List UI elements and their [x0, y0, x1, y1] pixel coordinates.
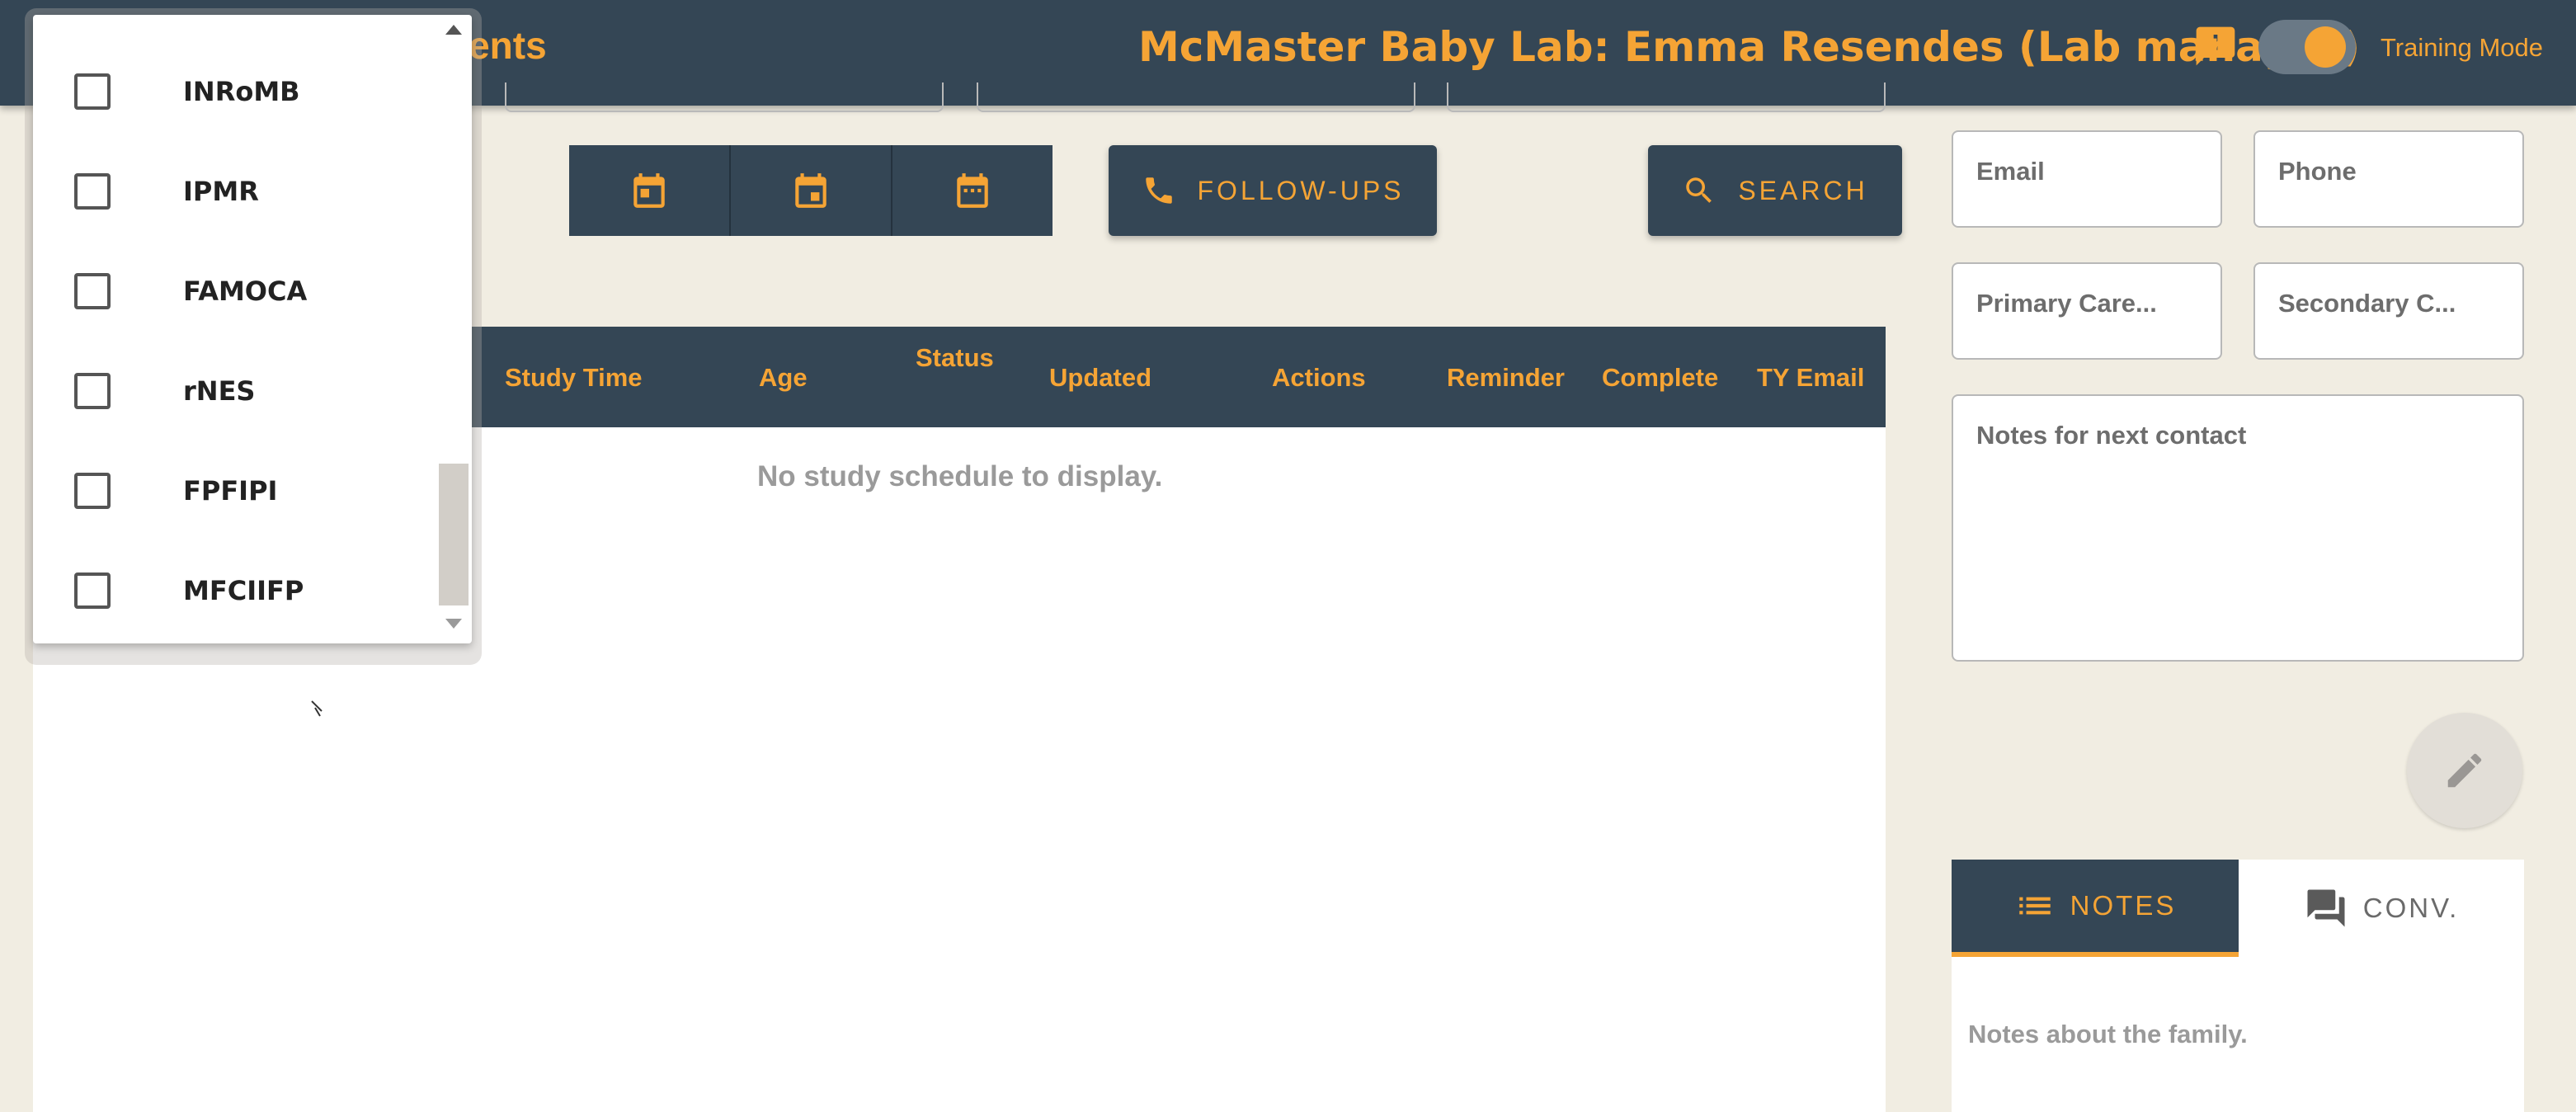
family-notes-input[interactable]: Notes about the family. [1968, 1020, 2248, 1049]
dropdown-option[interactable]: FAMOCA [33, 241, 437, 341]
checkbox[interactable] [74, 372, 111, 409]
filter-input[interactable] [1447, 82, 1886, 112]
column-header-age[interactable]: Age [759, 363, 808, 393]
dropdown-option[interactable]: INRoMB [33, 41, 437, 141]
calendar-week-button[interactable] [731, 145, 892, 236]
checkbox[interactable] [74, 172, 111, 210]
study-filter-dropdown: INRoMB IPMR FAMOCA rNES FPFIPI MFCIIFP [33, 15, 472, 643]
scrollbar-thumb[interactable] [439, 464, 469, 605]
scroll-up-arrow[interactable] [445, 25, 462, 35]
calendar-today-icon [633, 173, 665, 208]
phone-field[interactable]: Phone [2253, 130, 2524, 228]
email-field[interactable]: Email [1952, 130, 2222, 228]
column-header-reminder: Reminder [1447, 363, 1565, 392]
column-header-ty-email: TY Email [1757, 363, 1865, 392]
secondary-caregiver-field[interactable]: Secondary C... [2253, 262, 2524, 360]
option-label: rNES [183, 375, 256, 407]
list-icon [2018, 897, 2051, 915]
toggle-knob[interactable] [2305, 26, 2346, 68]
mouse-cursor [310, 700, 327, 723]
forum-icon [2307, 889, 2345, 927]
feedback-icon[interactable] [2192, 23, 2239, 69]
checkbox[interactable] [74, 572, 111, 609]
column-header-status[interactable]: Status [916, 343, 994, 373]
calendar-today-button[interactable] [569, 145, 731, 236]
primary-caregiver-field[interactable]: Primary Care... [1952, 262, 2222, 360]
training-mode-label: Training Mode [2381, 33, 2544, 62]
column-header-actions: Actions [1272, 363, 1366, 392]
follow-ups-button[interactable]: FOLLOW-UPS [1109, 145, 1437, 236]
option-label: IPMR [183, 175, 259, 207]
calendar-week-icon [795, 173, 826, 208]
option-label: FPFIPI [183, 474, 278, 507]
filter-input[interactable] [505, 82, 944, 112]
tab-notes-label: NOTES [2070, 890, 2177, 921]
search-button[interactable]: SEARCH [1648, 145, 1902, 236]
pencil-icon [2447, 753, 2482, 788]
checkbox[interactable] [74, 272, 111, 309]
calendar-month-button[interactable] [892, 145, 1053, 236]
search-label: SEARCH [1738, 175, 1868, 205]
checkbox[interactable] [74, 472, 111, 509]
search-icon [1686, 177, 1712, 203]
dropdown-option[interactable]: IPMR [33, 141, 437, 241]
notes-next-contact-field[interactable]: Notes for next contact [1952, 394, 2524, 662]
edit-button[interactable] [2407, 713, 2522, 828]
dropdown-option[interactable]: rNES [33, 341, 437, 441]
column-header-complete: Complete [1602, 363, 1719, 392]
dropdown-option[interactable]: MFCIIFP [33, 540, 437, 640]
tab-conversations[interactable]: CONV. [2239, 860, 2524, 957]
lab-title: McMaster Baby Lab: Emma Resendes (Lab ma… [1138, 23, 2361, 71]
dropdown-option[interactable]: FPFIPI [33, 441, 437, 540]
column-header-study-time[interactable]: Study Time [505, 363, 643, 393]
calendar-month-icon [957, 173, 988, 208]
empty-table-message: No study schedule to display. [757, 460, 1163, 492]
phone-icon [1145, 177, 1172, 204]
column-header-updated[interactable]: Updated [1049, 363, 1151, 393]
tab-notes[interactable]: NOTES [1952, 860, 2239, 957]
checkbox[interactable] [74, 73, 111, 110]
follow-ups-label: FOLLOW-UPS [1197, 175, 1405, 205]
option-label: FAMOCA [183, 275, 308, 307]
option-label: MFCIIFP [183, 574, 304, 606]
tab-conv-label: CONV. [2362, 893, 2460, 923]
calendar-button-group [569, 145, 1053, 236]
filter-input[interactable] [977, 82, 1415, 112]
scroll-down-arrow[interactable] [445, 619, 462, 629]
option-label: INRoMB [183, 75, 300, 107]
